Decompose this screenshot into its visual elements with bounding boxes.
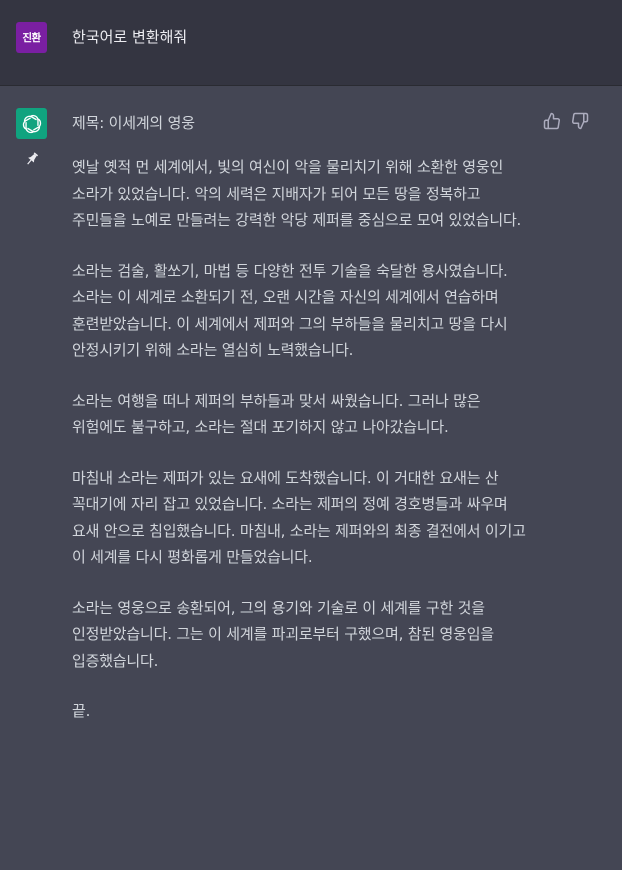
story-ending: 끝. bbox=[72, 702, 91, 720]
user-message-text: 한국어로 변환해줘 bbox=[72, 28, 188, 46]
user-avatar: 진환 bbox=[16, 22, 47, 53]
assistant-message-content: 제목: 이세계의 영웅 옛날 옛적 먼 세계에서, 빛의 여신이 악을 물리치기… bbox=[72, 112, 534, 749]
story-paragraph: 소라는 영웅으로 송환되어, 그의 용기와 기술로 이 세계를 구한 것을 인정… bbox=[72, 598, 494, 670]
openai-logo-icon bbox=[16, 108, 47, 139]
thumbs-down-icon[interactable] bbox=[571, 112, 589, 130]
thumbs-up-icon[interactable] bbox=[543, 112, 561, 130]
pin-icon[interactable] bbox=[23, 150, 41, 168]
user-message-row: 진환 한국어로 변환해줘 bbox=[0, 0, 622, 86]
story-paragraph: 마침내 소라는 제퍼가 있는 요새에 도착했습니다. 이 거대한 요새는 산 꼭… bbox=[72, 468, 526, 567]
story-title: 제목: 이세계의 영웅 bbox=[72, 114, 195, 132]
story-paragraph: 소라는 여행을 떠나 제퍼의 부하들과 맞서 싸웠습니다. 그러나 많은 위험에… bbox=[72, 391, 481, 437]
assistant-message-row: 제목: 이세계의 영웅 옛날 옛적 먼 세계에서, 빛의 여신이 악을 물리치기… bbox=[0, 86, 622, 870]
story-paragraph: 옛날 옛적 먼 세계에서, 빛의 여신이 악을 물리치기 위해 소환한 영웅인 … bbox=[72, 158, 522, 229]
story-paragraph: 소라는 검술, 활쏘기, 마법 등 다양한 전투 기술을 숙달한 용사였습니다.… bbox=[72, 261, 508, 360]
